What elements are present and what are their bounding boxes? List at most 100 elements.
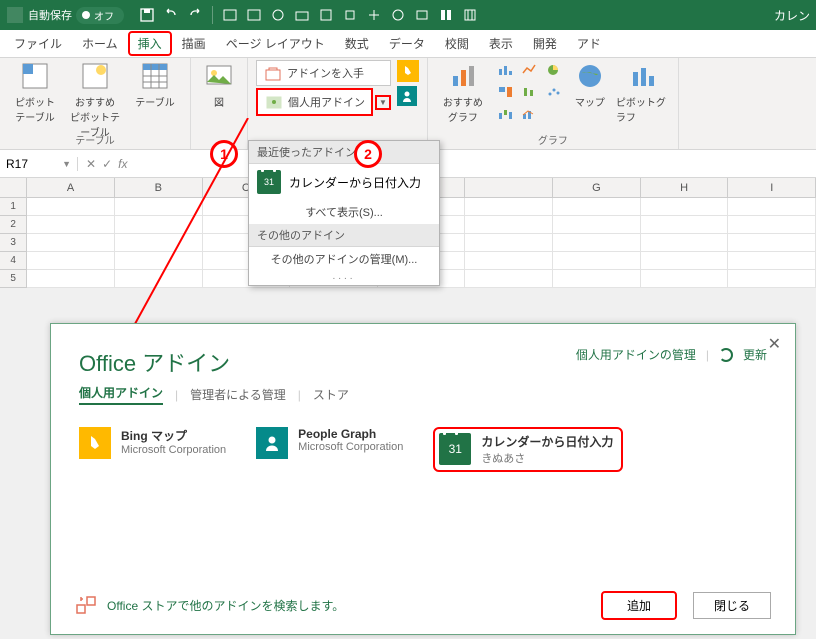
col-header[interactable] (465, 178, 553, 197)
manage-addins-link[interactable]: 個人用アドインの管理 (576, 346, 696, 363)
col-header[interactable]: H (641, 178, 729, 197)
footer-store-link[interactable]: Office ストアで他のアドインを検索します。 (107, 597, 344, 614)
map-icon (574, 60, 606, 92)
close-icon[interactable]: ✕ (768, 334, 781, 354)
calendar-icon: 31 (439, 433, 471, 465)
qat-icon[interactable] (461, 6, 479, 24)
pivot-chart-button[interactable]: ピボットグラフ (616, 60, 670, 124)
dropdown-header: 最近使ったアドイン (249, 141, 439, 164)
pivot-table-button[interactable]: ピボット テーブル (8, 60, 62, 124)
column-chart-icon[interactable] (496, 60, 516, 80)
calendar-icon: 31 (257, 170, 281, 194)
col-header[interactable]: G (553, 178, 641, 197)
recommended-pivot-button[interactable]: おすすめ ピボットテーブル (68, 60, 122, 139)
bing-maps-icon[interactable] (397, 60, 419, 82)
autosave-toggle[interactable]: オフ (76, 7, 124, 24)
addin-card-bing[interactable]: Bing マップ Microsoft Corporation (79, 427, 226, 472)
pie-chart-icon[interactable] (544, 60, 564, 80)
redo-icon[interactable] (186, 6, 204, 24)
dialog-tab-admin[interactable]: 管理者による管理 (190, 386, 286, 403)
enter-icon[interactable]: ✓ (102, 157, 112, 171)
line-chart-icon[interactable] (520, 60, 540, 80)
qat-icon[interactable] (341, 6, 359, 24)
ribbon-body: ピボット テーブル おすすめ ピボットテーブル テーブル テーブル 図 (0, 58, 816, 150)
col-header[interactable]: I (728, 178, 816, 197)
qat-icon[interactable] (245, 6, 263, 24)
save-icon[interactable] (138, 6, 156, 24)
autosave-label: 自動保存 (28, 7, 72, 23)
table-icon (139, 60, 171, 92)
cancel-icon[interactable]: ✕ (86, 157, 96, 171)
undo-icon[interactable] (162, 6, 180, 24)
waterfall-chart-icon[interactable] (496, 104, 516, 124)
dropdown-show-all[interactable]: すべて表示(S)... (249, 200, 439, 224)
group-tables: ピボット テーブル おすすめ ピボットテーブル テーブル テーブル (0, 58, 191, 149)
qat-icon[interactable] (365, 6, 383, 24)
dialog-tab-store[interactable]: ストア (313, 386, 349, 403)
pivot-chart-icon (627, 60, 659, 92)
recommended-charts-button[interactable]: おすすめ グラフ (436, 60, 490, 124)
stat-chart-icon[interactable] (520, 82, 540, 102)
qat-icon[interactable] (221, 6, 239, 24)
row-header[interactable]: 1 (0, 198, 27, 216)
qat-icon[interactable] (317, 6, 335, 24)
app-icon (6, 6, 24, 24)
group-addins: アドインを入手 個人用アドイン ▼ (248, 58, 428, 149)
callout-2: 2 (354, 140, 382, 168)
row-header[interactable]: 4 (0, 252, 27, 270)
group-label: グラフ (538, 132, 568, 147)
dropdown-manage-other[interactable]: その他のアドインの管理(M)... (249, 247, 439, 271)
maps-button[interactable]: マップ (570, 60, 610, 109)
hierarchy-chart-icon[interactable] (496, 82, 516, 102)
tab-file[interactable]: ファイル (4, 31, 72, 56)
col-header[interactable]: B (115, 178, 203, 197)
tab-addins[interactable]: アド (567, 31, 611, 56)
get-addins-button[interactable]: アドインを入手 (256, 60, 391, 86)
document-title: カレン (774, 7, 810, 24)
combo-chart-icon[interactable] (520, 104, 540, 124)
store-icon (75, 595, 97, 617)
my-addins-button[interactable]: 個人用アドイン (256, 88, 373, 116)
dropdown-header: その他のアドイン (249, 224, 439, 247)
illustrations-button[interactable]: 図 (199, 60, 239, 109)
qat-icon[interactable] (437, 6, 455, 24)
recommended-pivot-icon (79, 60, 111, 92)
refresh-link[interactable]: 更新 (743, 346, 767, 363)
tab-home[interactable]: ホーム (72, 31, 128, 56)
qat-icon[interactable] (413, 6, 431, 24)
tab-view[interactable]: 表示 (479, 31, 523, 56)
ribbon-tabs: ファイル ホーム 挿入 描画 ページ レイアウト 数式 データ 校閲 表示 開発… (0, 30, 816, 58)
dropdown-item-calendar[interactable]: 31 カレンダーから日付入力 (249, 164, 439, 200)
dropdown-resize: .... (249, 271, 439, 285)
refresh-icon[interactable] (719, 348, 733, 362)
select-all-corner[interactable] (0, 178, 27, 197)
my-addins-dropdown[interactable]: ▼ (375, 95, 391, 110)
fx-icon[interactable]: fx (118, 157, 127, 171)
name-box[interactable]: R17▼ (0, 157, 78, 171)
qat-icon[interactable] (293, 6, 311, 24)
tab-review[interactable]: 校閲 (435, 31, 479, 56)
scatter-chart-icon[interactable] (544, 82, 564, 102)
tab-insert[interactable]: 挿入 (128, 31, 172, 56)
row-header[interactable]: 5 (0, 270, 27, 288)
tab-formulas[interactable]: 数式 (335, 31, 379, 56)
add-button[interactable]: 追加 (601, 591, 677, 620)
tab-draw[interactable]: 描画 (172, 31, 216, 56)
cell[interactable] (27, 198, 115, 216)
close-button[interactable]: 閉じる (693, 592, 771, 619)
dialog-tab-my[interactable]: 個人用アドイン (79, 384, 163, 405)
store-icon (263, 63, 283, 83)
addin-card-calendar[interactable]: 31 カレンダーから日付入力 きぬあさ (433, 427, 623, 472)
people-graph-icon[interactable] (397, 86, 417, 106)
tab-data[interactable]: データ (379, 31, 435, 56)
qat-icon[interactable] (389, 6, 407, 24)
qat-icon[interactable] (269, 6, 287, 24)
row-header[interactable]: 3 (0, 234, 27, 252)
addin-card-people[interactable]: People Graph Microsoft Corporation (256, 427, 403, 472)
col-header[interactable]: A (27, 178, 115, 197)
tab-developer[interactable]: 開発 (523, 31, 567, 56)
row-header[interactable]: 2 (0, 216, 27, 234)
tab-page-layout[interactable]: ページ レイアウト (216, 31, 335, 56)
dialog-title: Office アドイン (79, 346, 230, 378)
table-button[interactable]: テーブル (128, 60, 182, 109)
